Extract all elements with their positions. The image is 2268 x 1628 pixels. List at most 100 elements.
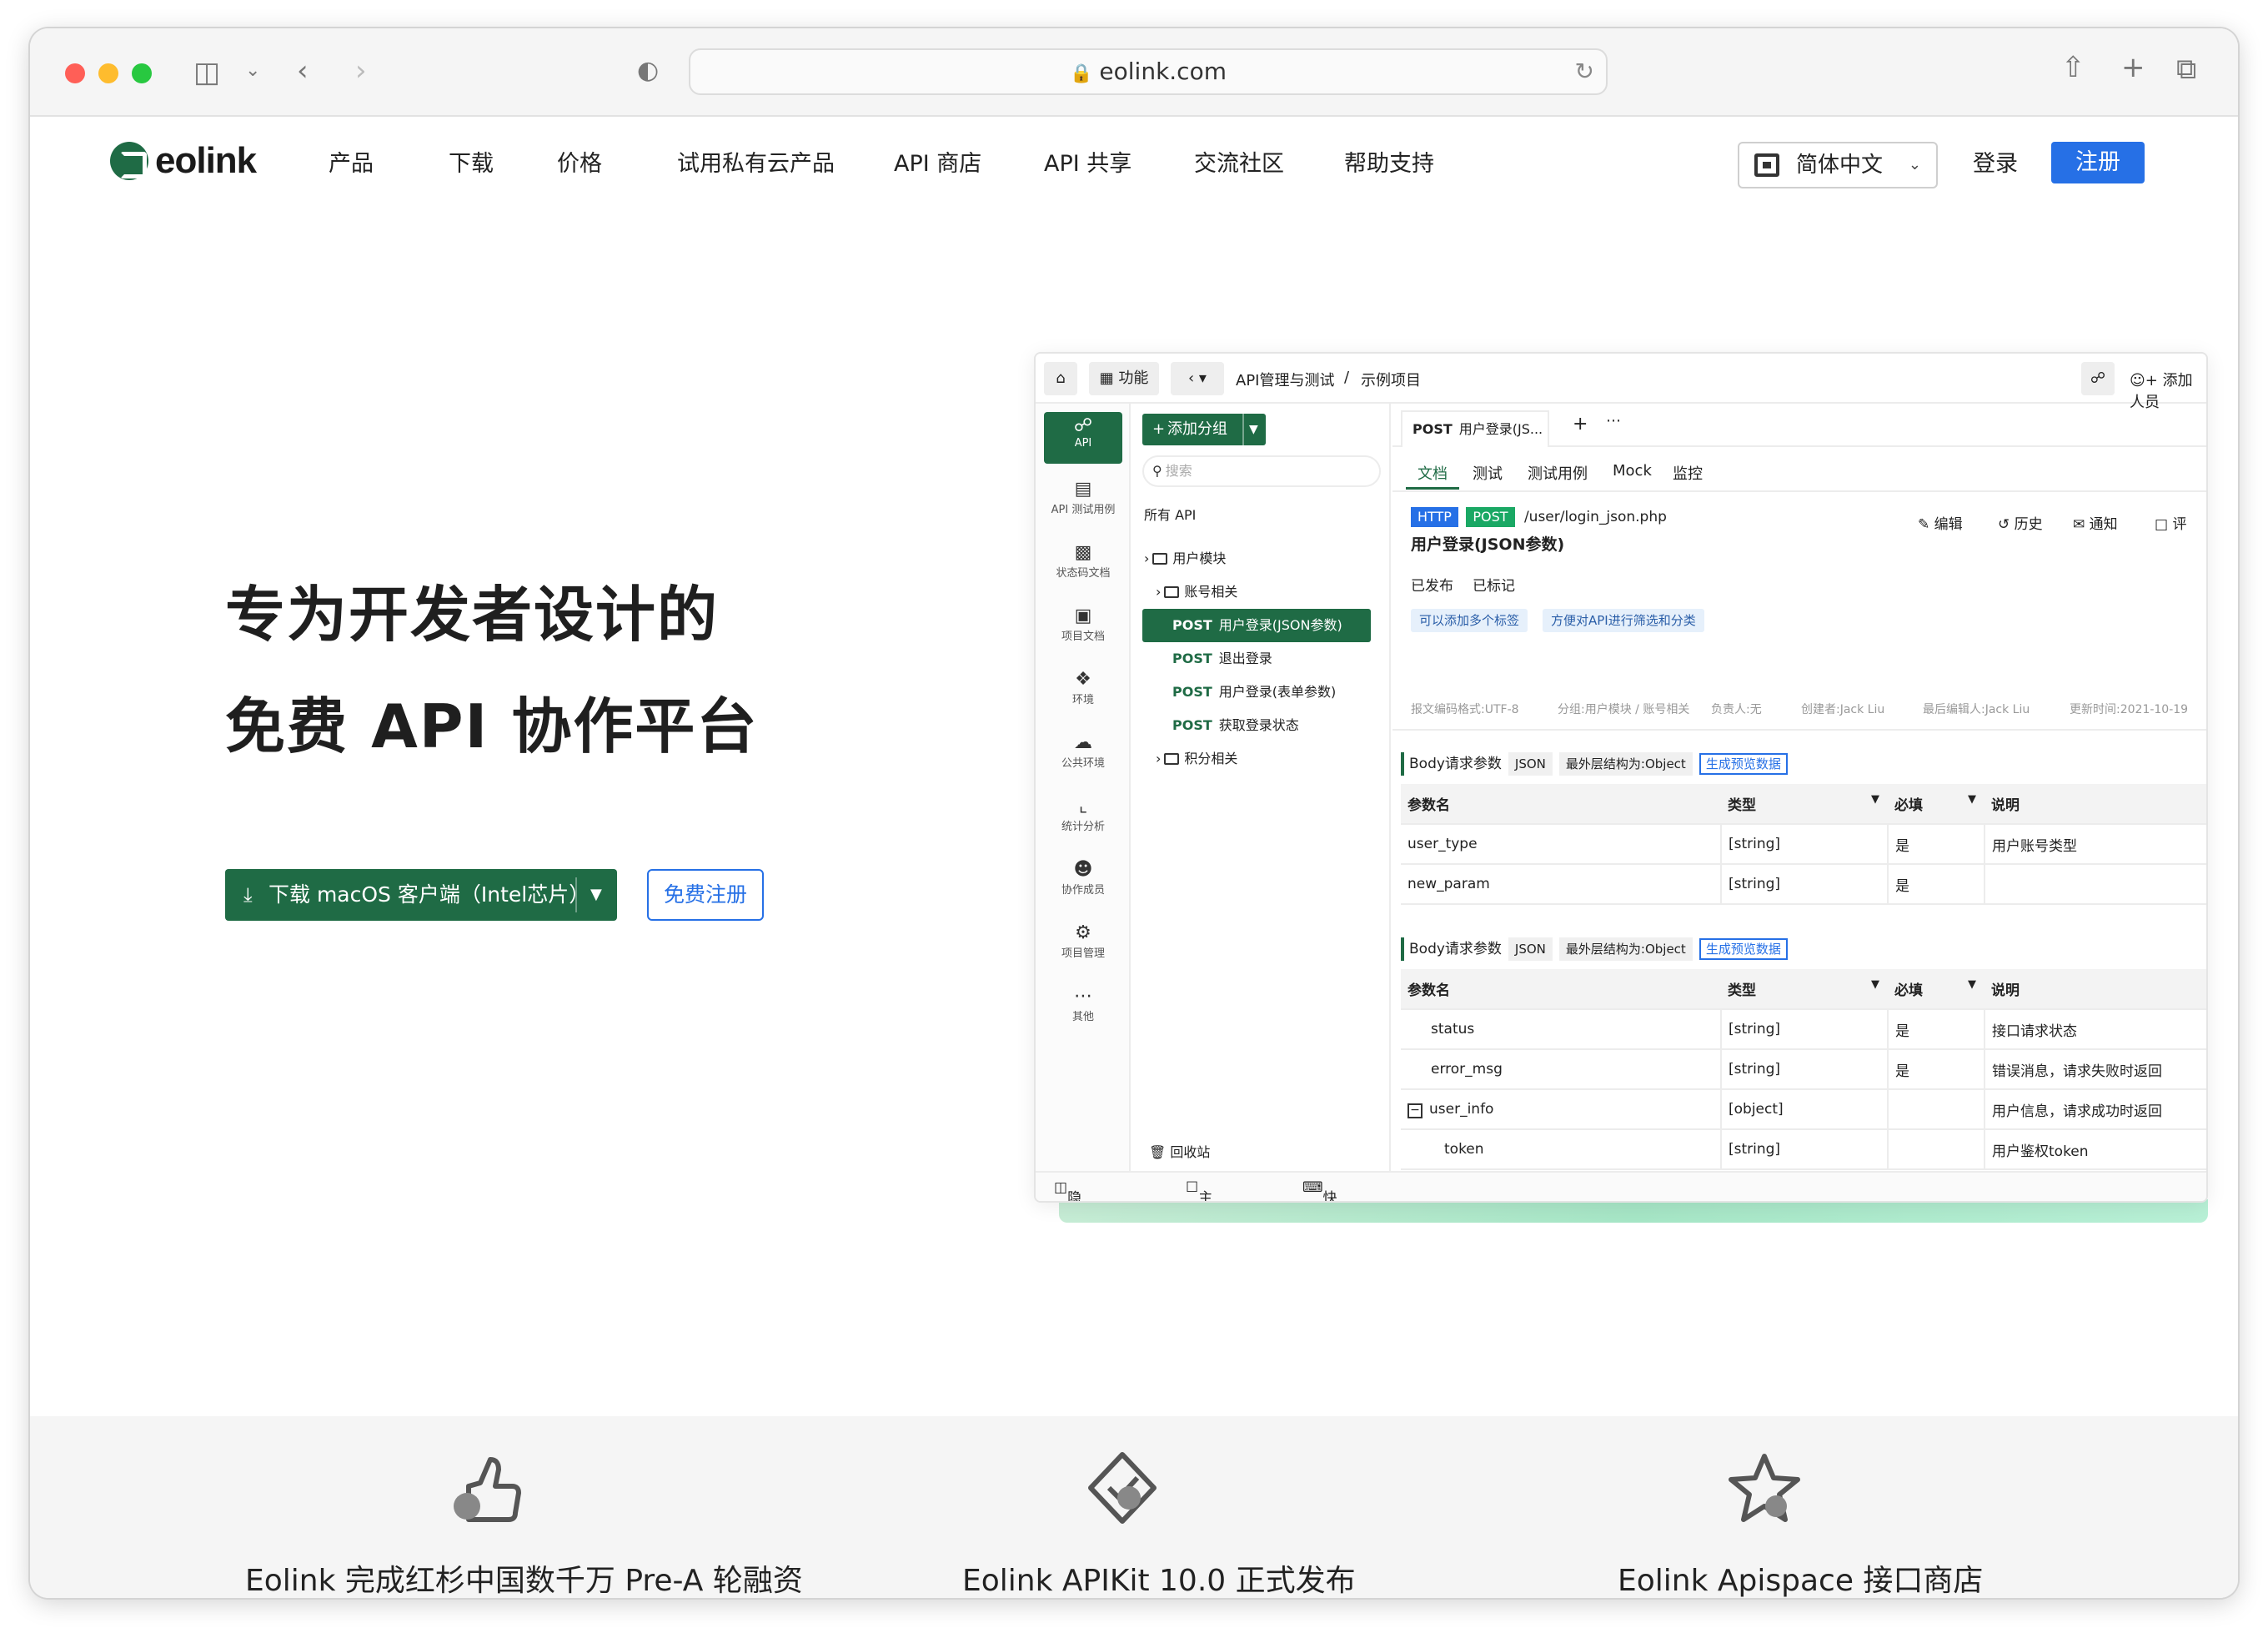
more-tabs-icon[interactable]: ⋯ bbox=[1606, 412, 1621, 430]
share-icon[interactable]: ☍ bbox=[2081, 362, 2115, 395]
tree-search-input[interactable]: ⚲ 搜索 bbox=[1142, 455, 1381, 487]
theme-button[interactable]: ☐ 主题肤色 bbox=[1186, 1179, 1212, 1201]
function-button[interactable]: ▦ 功能 bbox=[1089, 362, 1159, 395]
comment-button[interactable]: □ 评 bbox=[2155, 512, 2186, 533]
tag-pill[interactable]: 可以添加多个标签 bbox=[1411, 609, 1528, 632]
history-button[interactable]: ↺ 历史 bbox=[1998, 512, 2043, 533]
table-header: 参数名 类型 ▼ 必填 ▼ 说明 bbox=[1401, 784, 2206, 825]
add-tab-icon[interactable]: + bbox=[1573, 414, 1588, 435]
meta-creator: 创建者:Jack Liu bbox=[1801, 703, 1885, 716]
register-button[interactable]: 注册 bbox=[2051, 142, 2145, 183]
clipboard-icon: ▤ bbox=[1074, 479, 1092, 500]
shortcuts-button[interactable]: ⌨ 快捷键 bbox=[1302, 1179, 1337, 1201]
tab-overview-icon[interactable]: ⧉ bbox=[2176, 55, 2196, 83]
nav-item-product[interactable]: 产品 bbox=[329, 145, 374, 178]
history-label: 历史 bbox=[2014, 516, 2043, 533]
notify-button[interactable]: ✉ 通知 bbox=[2073, 512, 2118, 533]
caret-down-icon[interactable]: ▼ bbox=[1249, 414, 1258, 445]
breadcrumb-project[interactable]: 示例项目 bbox=[1361, 369, 1421, 390]
news-title[interactable]: Eolink 完成红杉中国数千万 Pre-A 轮融资 bbox=[245, 1556, 803, 1598]
browser-titlebar: ◫ ⌄ ‹ › ◐ 🔒 eolink.com ↻ ⇧ + ⧉ bbox=[30, 28, 2238, 117]
news-title[interactable]: Eolink APIKit 10.0 正式发布 bbox=[962, 1556, 1356, 1598]
request-params-table: 参数名 类型 ▼ 必填 ▼ 说明 user_type [string] 是 用户账号… bbox=[1401, 784, 2206, 905]
zoom-window-button[interactable] bbox=[132, 63, 152, 83]
add-group-button[interactable]: + 添加分组 ▼ bbox=[1142, 414, 1266, 445]
back-arrow-icon[interactable]: ‹ bbox=[297, 57, 309, 85]
tree-api-item[interactable]: POST 获取登录状态 bbox=[1172, 709, 1299, 742]
api-name: 退出登录 bbox=[1218, 651, 1272, 666]
plus-icon: + bbox=[1152, 420, 1166, 438]
minimize-window-button[interactable] bbox=[98, 63, 118, 83]
reload-icon[interactable]: ↻ bbox=[1575, 50, 1594, 93]
sidebar-item-analytics[interactable]: ⌞ 统计分析 bbox=[1044, 792, 1122, 844]
subtab-mock[interactable]: Mock bbox=[1613, 462, 1652, 480]
tree-folder-account[interactable]: › 账号相关 bbox=[1156, 575, 1237, 609]
sidebar-toggle-icon[interactable]: ◫ bbox=[193, 58, 220, 87]
sidebar-item-members[interactable]: ☻ 协作成员 bbox=[1044, 856, 1122, 907]
chevron-down-icon[interactable]: ▼ bbox=[590, 869, 602, 921]
sidebar-item-public-env[interactable]: ☁ 公共环境 bbox=[1044, 729, 1122, 781]
generate-preview-button[interactable]: 生成预览数据 bbox=[1698, 938, 1788, 960]
nav-item-private-cloud[interactable]: 试用私有云产品 bbox=[677, 145, 835, 178]
tree-api-item[interactable]: POST 用户登录(表单参数) bbox=[1172, 676, 1336, 709]
param-name-cell: − user_info bbox=[1401, 1089, 1722, 1130]
address-bar[interactable]: 🔒 eolink.com ↻ bbox=[689, 48, 1608, 95]
generate-preview-button[interactable]: 生成预览数据 bbox=[1698, 753, 1788, 775]
sidebar-item-test-cases[interactable]: ▤ API 测试用例 bbox=[1044, 475, 1122, 527]
nav-item-pricing[interactable]: 价格 bbox=[557, 145, 602, 178]
home-icon[interactable]: ⌂ bbox=[1044, 362, 1077, 395]
nav-item-help[interactable]: 帮助支持 bbox=[1344, 145, 1434, 178]
col-header-required[interactable]: 必填 ▼ bbox=[1888, 969, 1984, 1010]
chevron-down-icon[interactable]: ⌄ bbox=[245, 62, 260, 80]
free-signup-button[interactable]: 免费注册 bbox=[647, 869, 764, 921]
table-row: new_param [string] 是 bbox=[1401, 864, 2206, 905]
back-dropdown[interactable]: ‹ ▾ bbox=[1171, 362, 1224, 395]
tree-api-item[interactable]: POST 退出登录 bbox=[1172, 642, 1272, 676]
subtab-docs[interactable]: 文档 bbox=[1418, 462, 1448, 484]
col-header-required[interactable]: 必填 ▼ bbox=[1888, 784, 1984, 825]
tree-folder-points[interactable]: › 积分相关 bbox=[1156, 742, 1237, 776]
col-header-type[interactable]: 类型 ▼ bbox=[1721, 784, 1888, 825]
api-tab[interactable]: POST 用户登录(JS... bbox=[1401, 410, 1549, 447]
hide-sidebar-button[interactable]: ◫ 隐藏侧边栏 bbox=[1054, 1179, 1081, 1201]
subtab-test[interactable]: 测试 bbox=[1473, 462, 1503, 484]
nav-item-download[interactable]: 下载 bbox=[449, 145, 494, 178]
recycle-bin[interactable]: 🗑 回收站 bbox=[1149, 1136, 1210, 1169]
gear-icon: ⚙ bbox=[1075, 922, 1091, 943]
sidebar-item-api[interactable]: ☍ API bbox=[1044, 412, 1122, 464]
breadcrumb-project-group[interactable]: API管理与测试 bbox=[1236, 369, 1334, 390]
news-title[interactable]: Eolink Apispace 接口商店 bbox=[1618, 1556, 1983, 1598]
sidebar-item-project-docs[interactable]: ▣ 项目文档 bbox=[1044, 602, 1122, 654]
sidebar-item-environment[interactable]: ❖ 环境 bbox=[1044, 666, 1122, 717]
language-select[interactable]: 简体中文 ⌄ bbox=[1738, 142, 1938, 188]
sidebar-item-status-codes[interactable]: ▩ 状态码文档 bbox=[1044, 539, 1122, 590]
api-path-row: HTTP POST /user/login_json.php bbox=[1411, 507, 1667, 527]
notify-label: 通知 bbox=[2089, 516, 2118, 533]
forward-arrow-icon[interactable]: › bbox=[355, 57, 367, 85]
nav-item-api-store[interactable]: API 商店 bbox=[894, 145, 981, 178]
shield-icon[interactable]: ◐ bbox=[637, 58, 659, 83]
subtab-test-cases[interactable]: 测试用例 bbox=[1528, 462, 1588, 484]
tag-pill[interactable]: 方便对API进行筛选和分类 bbox=[1543, 609, 1704, 632]
close-window-button[interactable] bbox=[65, 63, 85, 83]
login-link[interactable]: 登录 bbox=[1973, 145, 2018, 178]
nav-item-api-share[interactable]: API 共享 bbox=[1044, 145, 1131, 178]
subtab-monitor[interactable]: 监控 bbox=[1673, 462, 1703, 484]
tree-api-item[interactable]: POST 用户登录(JSON参数) bbox=[1142, 609, 1371, 642]
collapse-icon[interactable]: − bbox=[1407, 1103, 1423, 1118]
new-tab-icon[interactable]: + bbox=[2121, 53, 2145, 82]
col-header-type[interactable]: 类型 ▼ bbox=[1721, 969, 1888, 1010]
sidebar-item-more[interactable]: ⋯ 其他 bbox=[1044, 982, 1122, 1034]
tree-all-api[interactable]: 所有 API bbox=[1144, 499, 1196, 532]
edit-button[interactable]: ✎ 编辑 bbox=[1918, 512, 1963, 533]
function-label: 功能 bbox=[1118, 369, 1149, 387]
chart-icon: ⌞ bbox=[1078, 796, 1088, 817]
nav-item-community[interactable]: 交流社区 bbox=[1194, 145, 1284, 178]
sidebar-item-project-settings[interactable]: ⚙ 项目管理 bbox=[1044, 919, 1122, 971]
download-client-button[interactable]: ⤓ 下载 macOS 客户端（Intel芯片） ▼ bbox=[225, 869, 617, 921]
active-subtab-indicator bbox=[1406, 487, 1459, 490]
share-icon[interactable]: ⇧ bbox=[2061, 53, 2085, 82]
tree-folder-user-module[interactable]: › 用户模块 bbox=[1144, 542, 1226, 575]
download-label: 下载 macOS 客户端（Intel芯片） bbox=[268, 882, 590, 907]
eolink-logo[interactable]: eolink bbox=[110, 140, 257, 182]
